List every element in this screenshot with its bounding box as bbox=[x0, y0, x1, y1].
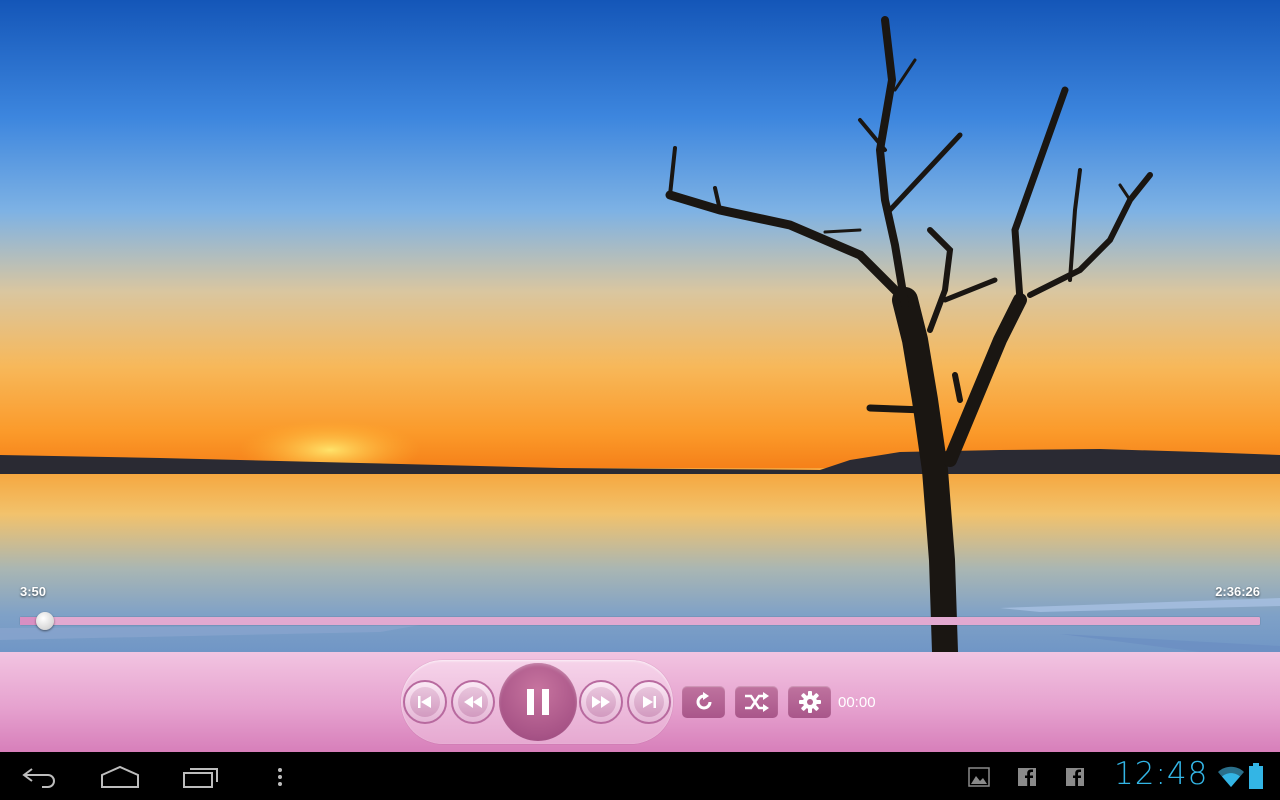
fast-forward-icon bbox=[592, 696, 610, 708]
seek-bar-thumb[interactable] bbox=[35, 612, 54, 630]
video-scene-image bbox=[0, 0, 1280, 652]
elapsed-time: 3:50 bbox=[20, 584, 47, 599]
skip-previous-button[interactable] bbox=[403, 680, 447, 724]
rewind-icon bbox=[464, 696, 482, 708]
total-duration: 2:36:26 bbox=[1215, 584, 1260, 599]
rewind-button[interactable] bbox=[451, 680, 495, 724]
repeat-icon bbox=[696, 692, 711, 710]
shuffle-button[interactable] bbox=[735, 686, 778, 718]
repeat-button[interactable] bbox=[682, 686, 725, 718]
menu-icon[interactable] bbox=[276, 767, 284, 787]
shuffle-icon bbox=[744, 692, 769, 712]
settings-button[interactable] bbox=[788, 686, 831, 718]
wifi-icon bbox=[1218, 766, 1244, 787]
facebook-notification-icon bbox=[1018, 768, 1036, 786]
video-frame[interactable]: 3:50 2:36:26 bbox=[0, 0, 1280, 652]
skip-next-button[interactable] bbox=[627, 680, 671, 724]
skip-previous-icon bbox=[418, 696, 431, 708]
system-navigation-bar: 12:48 bbox=[0, 752, 1280, 800]
fast-forward-button[interactable] bbox=[579, 680, 623, 724]
video-player-screen: 3:50 2:36:26 00:00 12:48 bbox=[0, 0, 1280, 800]
pause-button[interactable] bbox=[499, 663, 577, 741]
battery-icon bbox=[1249, 763, 1263, 789]
pause-icon bbox=[527, 689, 549, 715]
player-controls-bar: 00:00 bbox=[0, 652, 1280, 752]
status-clock: 12:48 bbox=[1114, 756, 1209, 792]
recent-apps-icon[interactable] bbox=[182, 765, 220, 789]
facebook-notification-icon bbox=[1066, 768, 1084, 786]
back-icon[interactable] bbox=[22, 766, 60, 788]
time-counter: 00:00 bbox=[838, 694, 876, 711]
home-icon[interactable] bbox=[100, 765, 140, 789]
seek-bar[interactable] bbox=[20, 617, 1260, 625]
gallery-notification-icon bbox=[968, 767, 990, 787]
settings-icon bbox=[798, 691, 821, 713]
skip-next-icon bbox=[643, 696, 656, 708]
